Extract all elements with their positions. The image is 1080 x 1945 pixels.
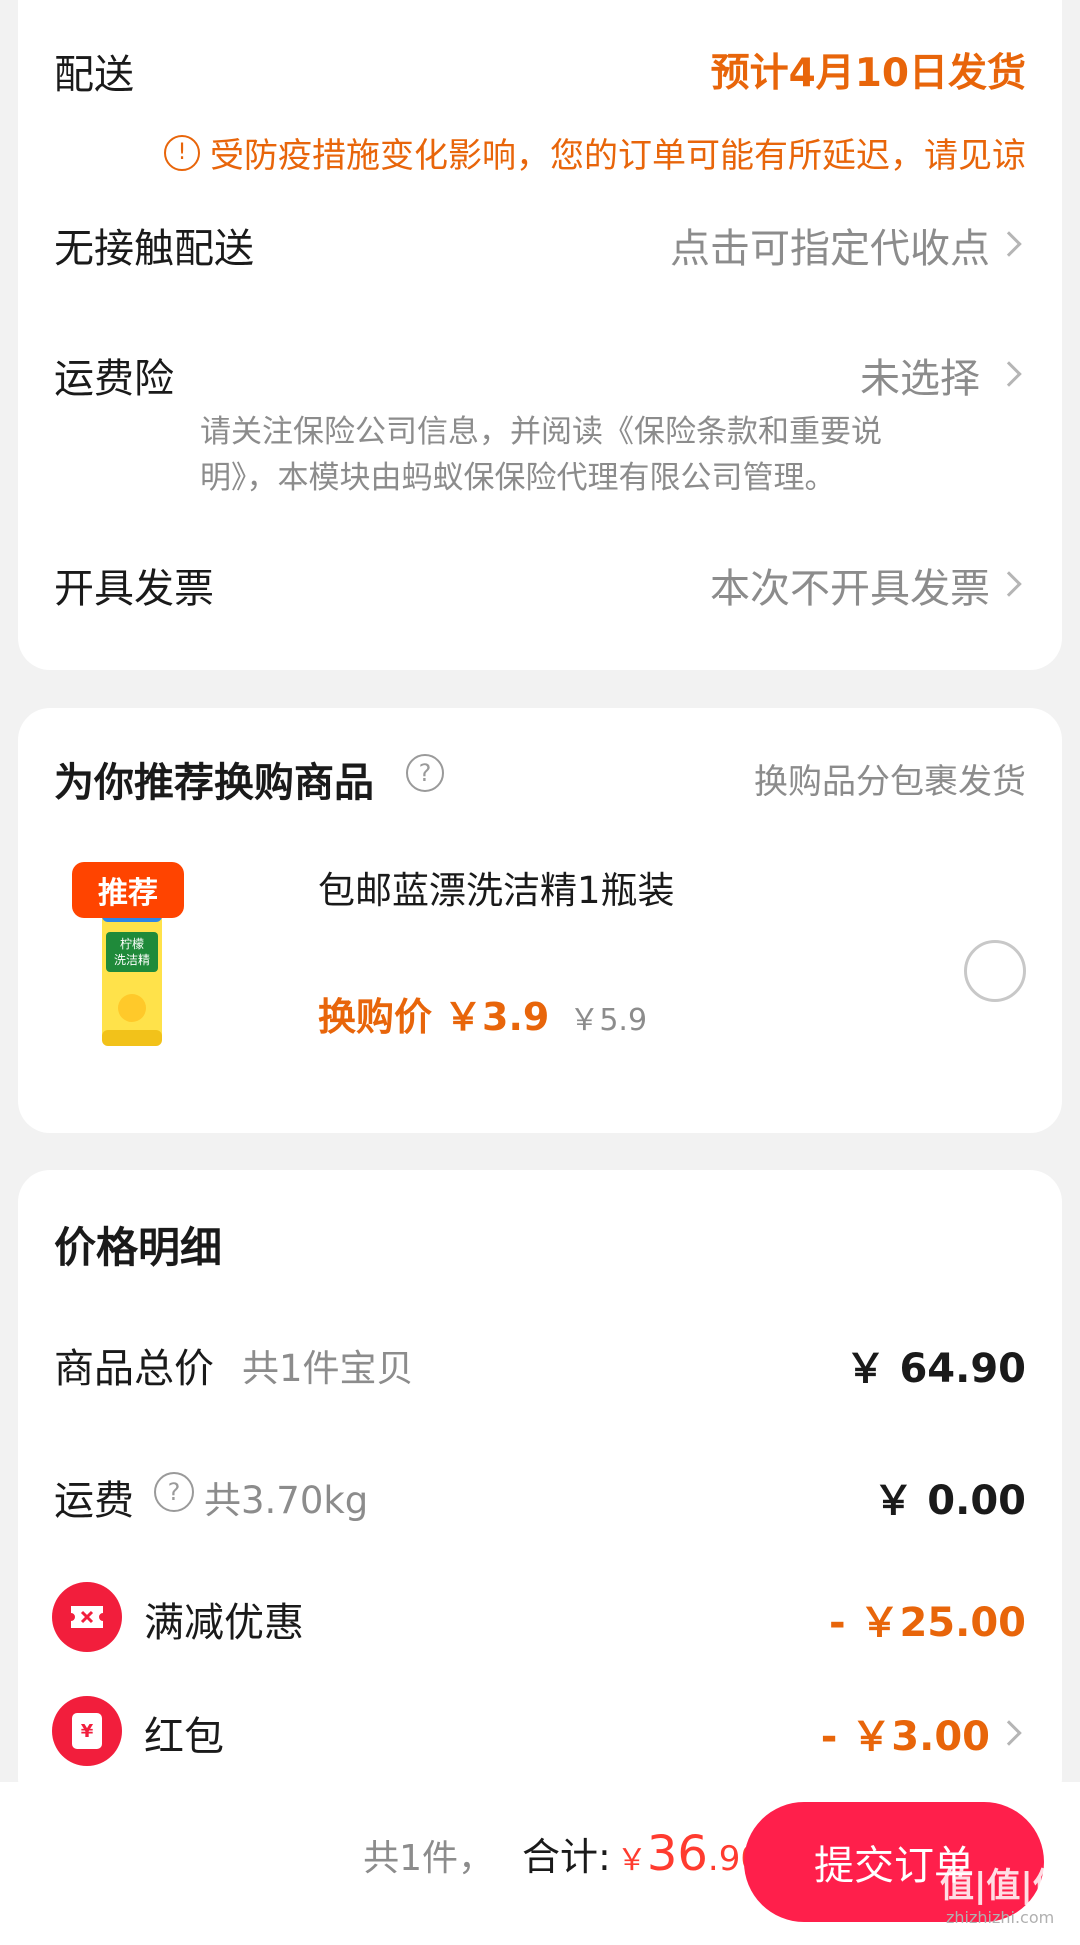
- red-packet-icon: ¥: [52, 1696, 122, 1766]
- exchange-price-label: 换购价: [318, 995, 433, 1039]
- insurance-note-line2[interactable]: 明》，本模块由蚂蚁保保险代理有限公司管理。: [200, 452, 836, 497]
- coupon-icon: [52, 1582, 122, 1652]
- recommend-right-note: 换购品分包裹发货: [754, 762, 1026, 802]
- chevron-right-icon: [996, 1720, 1022, 1746]
- bottom-bar: 共1件， 合计: ￥ 36 .90 提交订单: [0, 1782, 1080, 1945]
- warning-icon: !: [164, 134, 200, 171]
- recommend-badge: 推荐: [72, 862, 184, 918]
- original-price: ￥5.9: [569, 1003, 648, 1038]
- watermark-site: zhizhizhi.com: [946, 1908, 1055, 1927]
- insurance-value: 未选择: [860, 356, 980, 402]
- bottle-label-text-2: 洗洁精: [114, 953, 150, 967]
- goods-count: 共1件宝贝: [242, 1347, 414, 1390]
- exchange-price: ￥3.9: [444, 995, 550, 1039]
- redpacket-value: - ￥3.00: [820, 1714, 990, 1760]
- watermark-logo: 值|值|值: [940, 1866, 1067, 1906]
- total-label: 合计:: [522, 1835, 611, 1879]
- goods-total-row: 商品总价 共1件宝贝 ￥ 64.90: [18, 1336, 1062, 1396]
- redpacket-row[interactable]: ¥ 红包 - ￥3.00: [18, 1692, 1062, 1772]
- goods-total-label: 商品总价: [54, 1346, 214, 1392]
- total-amount-int: 36: [646, 1826, 708, 1882]
- contactless-row[interactable]: 无接触配送 点击可指定代收点: [18, 210, 1062, 310]
- shipping-weight: 共3.70kg: [204, 1479, 369, 1522]
- help-icon[interactable]: ?: [406, 754, 444, 792]
- total-summary: 共1件， 合计: ￥ 36 .90: [363, 1826, 762, 1882]
- shipping-row: 运费 ? 共3.70kg ￥ 0.00: [18, 1468, 1062, 1528]
- insurance-row[interactable]: 运费险 未选择 请关注保险公司信息，并阅读《保险条款和重要说 明》，本模块由蚂蚁…: [18, 340, 1062, 496]
- delivery-label: 配送: [54, 52, 134, 98]
- chevron-right-icon: [996, 361, 1022, 387]
- item-count: 共1件，: [363, 1838, 495, 1879]
- insurance-label: 运费险: [54, 356, 174, 402]
- discount-label: 满减优惠: [144, 1600, 304, 1646]
- shipping-value: ￥ 0.00: [873, 1478, 1026, 1524]
- discount-row: 满减优惠 - ￥25.00: [18, 1578, 1062, 1658]
- delay-notice-text: 受防疫措施变化影响，您的订单可能有所延迟，请见谅: [210, 136, 1026, 176]
- recommend-title: 为你推荐换购商品: [54, 760, 374, 806]
- product-name[interactable]: 包邮蓝漂洗洁精1瓶装: [318, 860, 675, 914]
- contactless-value: 点击可指定代收点: [670, 226, 990, 272]
- discount-value: - ￥25.00: [828, 1600, 1026, 1646]
- select-product-radio[interactable]: [964, 940, 1026, 1002]
- shipping-label: 运费: [54, 1478, 134, 1524]
- red-packet-icon-glyph: ¥: [72, 1713, 102, 1749]
- invoice-label: 开具发票: [54, 566, 214, 612]
- bottle-label-text-1: 柠檬: [120, 936, 144, 951]
- delivery-estimate: 预计4月10日发货: [710, 51, 1026, 96]
- delivery-card: 配送 预计4月10日发货 ! 受防疫措施变化影响，您的订单可能有所延迟，请见谅 …: [18, 0, 1062, 670]
- insurance-note-line1: 请关注保险公司信息，并阅读《保险条款和重要说: [200, 414, 882, 450]
- total-currency: ￥: [616, 1843, 647, 1878]
- invoice-value: 本次不开具发票: [710, 566, 990, 612]
- help-icon[interactable]: ?: [154, 1472, 194, 1512]
- chevron-right-icon: [996, 231, 1022, 257]
- contactless-label: 无接触配送: [54, 226, 254, 272]
- redpacket-label: 红包: [144, 1714, 224, 1760]
- price-detail-card: 价格明细 商品总价 共1件宝贝 ￥ 64.90 运费 ? 共3.70kg ￥ 0…: [18, 1170, 1062, 1810]
- invoice-row[interactable]: 开具发票 本次不开具发票: [18, 550, 1062, 650]
- goods-total-value: ￥ 64.90: [845, 1346, 1026, 1392]
- price-detail-title: 价格明细: [54, 1223, 223, 1272]
- chevron-right-icon: [996, 571, 1022, 597]
- exchange-price-block: 换购价 ￥3.9 ￥5.9: [318, 986, 647, 1041]
- delay-notice: ! 受防疫措施变化影响，您的订单可能有所延迟，请见谅: [164, 128, 1026, 177]
- recommend-card: 为你推荐换购商品 ? 换购品分包裹发货 柠檬 洗洁精 推荐 包邮蓝漂洗洁精1瓶装…: [18, 708, 1062, 1133]
